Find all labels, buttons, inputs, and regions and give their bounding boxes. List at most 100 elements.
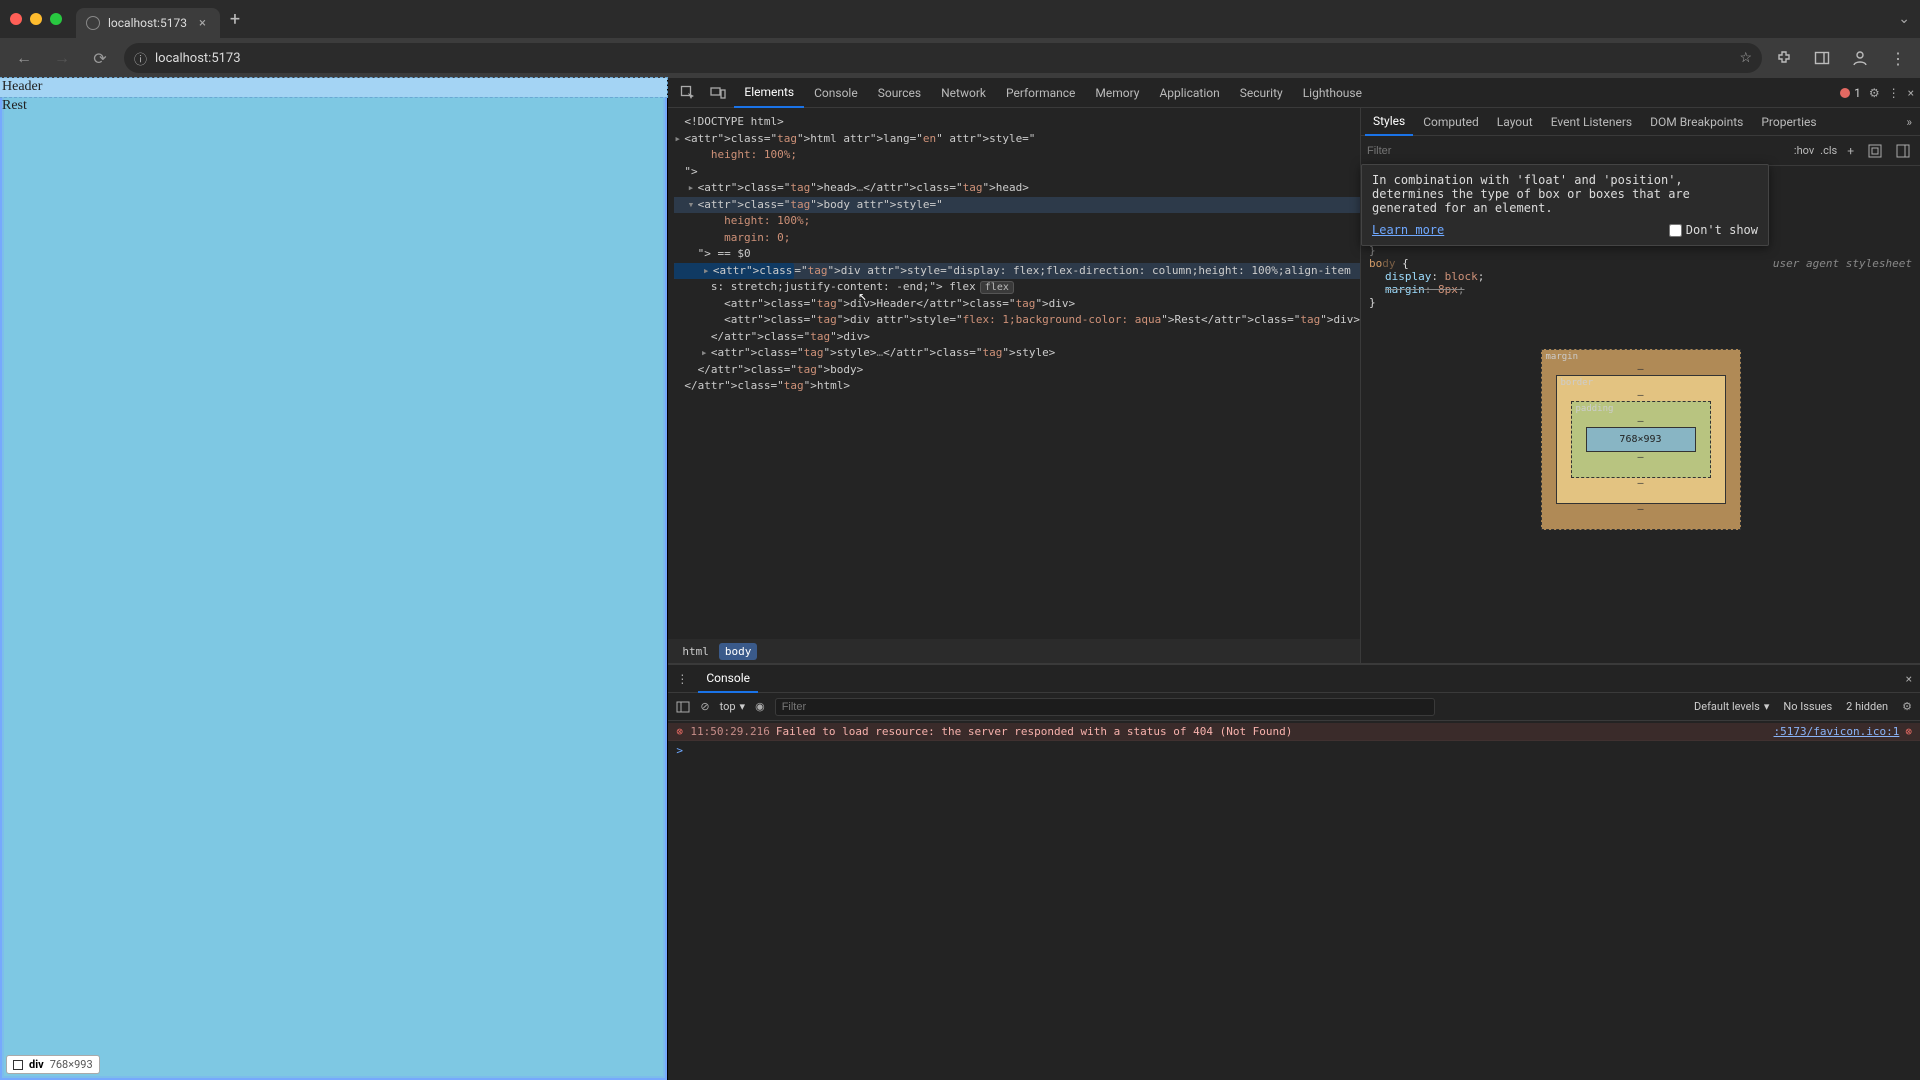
- stylesheet-origin: user agent stylesheet: [1773, 257, 1912, 270]
- dom-line[interactable]: </attr">class="tag">body>: [674, 362, 1360, 379]
- devtools-tab-security[interactable]: Security: [1230, 78, 1293, 108]
- devtools-tab-performance[interactable]: Performance: [996, 78, 1085, 108]
- device-toolbar-icon[interactable]: [704, 82, 732, 104]
- dom-line[interactable]: ▸ <attr">class="tag">div attr">style="di…: [674, 263, 1360, 280]
- console-sidebar-icon[interactable]: [676, 700, 690, 714]
- devtools: ElementsConsoleSourcesNetworkPerformance…: [668, 78, 1920, 1080]
- console-filter-input[interactable]: [775, 698, 1435, 716]
- cls-toggle[interactable]: .cls: [1820, 144, 1837, 157]
- dom-line[interactable]: ">: [674, 164, 1360, 181]
- styles-tab-dom-breakpoints[interactable]: DOM Breakpoints: [1642, 108, 1751, 136]
- window-controls: [10, 13, 62, 25]
- styles-tab-computed[interactable]: Computed: [1415, 108, 1487, 136]
- live-expression-icon[interactable]: ◉: [755, 700, 765, 713]
- extensions-icon[interactable]: [1772, 46, 1796, 70]
- box-model[interactable]: margin – border – padding – 768×993 – –: [1541, 349, 1741, 530]
- breadcrumb-html[interactable]: html: [676, 643, 715, 660]
- devtools-tab-elements[interactable]: Elements: [734, 78, 804, 108]
- dom-line[interactable]: ▾ <attr">class="tag">body attr">style=": [674, 197, 1360, 214]
- inspect-element-icon[interactable]: [674, 82, 702, 104]
- new-tab-button[interactable]: +: [220, 9, 250, 30]
- badge-dims: 768×993: [50, 1058, 93, 1071]
- dom-line[interactable]: ▸ <attr">class="tag">head>…</attr">class…: [674, 180, 1360, 197]
- dom-line[interactable]: ▸ <attr">class="tag">html attr">lang="en…: [674, 131, 1360, 148]
- css-declaration[interactable]: margin: 8px;: [1385, 283, 1912, 296]
- drawer-close-icon[interactable]: ×: [1906, 672, 1912, 686]
- devtools-close-icon[interactable]: ×: [1908, 86, 1914, 100]
- badge-icon: [13, 1060, 23, 1070]
- devtools-tab-sources[interactable]: Sources: [868, 78, 931, 108]
- forward-button[interactable]: →: [48, 48, 76, 68]
- dom-line[interactable]: </attr">class="tag">div>: [674, 329, 1360, 346]
- drawer-menu-icon[interactable]: ⋮: [676, 672, 688, 686]
- dom-breadcrumb: htmlbody: [668, 639, 1360, 663]
- styles-filter-input[interactable]: [1367, 145, 1788, 157]
- css-declaration[interactable]: display: block;: [1385, 270, 1912, 283]
- new-style-rule-icon[interactable]: +: [1843, 144, 1858, 158]
- profile-icon[interactable]: [1848, 46, 1872, 70]
- dom-line[interactable]: <attr">class="tag">div attr">style="flex…: [674, 312, 1360, 329]
- tabs-dropdown-icon[interactable]: ⌄: [1898, 11, 1910, 27]
- back-button[interactable]: ←: [10, 48, 38, 68]
- log-levels-selector[interactable]: Default levels ▾: [1694, 700, 1769, 713]
- drawer-tab-console[interactable]: Console: [698, 665, 758, 693]
- dont-show-checkbox[interactable]: [1669, 224, 1682, 237]
- mouse-cursor-icon: ↖: [858, 286, 866, 307]
- minimize-window-icon[interactable]: [30, 13, 42, 25]
- log-source-link[interactable]: :5173/favicon.ico:1: [1774, 725, 1900, 738]
- maximize-window-icon[interactable]: [50, 13, 62, 25]
- browser-tab[interactable]: localhost:5173 ×: [76, 8, 220, 38]
- dom-tree[interactable]: ↖ <!DOCTYPE html>▸ <attr">class="tag">ht…: [668, 108, 1360, 639]
- console-settings-icon[interactable]: ⚙: [1902, 700, 1912, 713]
- browser-toolbar: ← → ⟳ ⓘ localhost:5173 ☆ ⋮: [0, 38, 1920, 78]
- tab-close-icon[interactable]: ×: [195, 16, 210, 31]
- devtools-menu-icon[interactable]: ⋮: [1888, 86, 1900, 100]
- clear-console-icon[interactable]: ⊘: [700, 700, 709, 713]
- devtools-tab-memory[interactable]: Memory: [1085, 78, 1149, 108]
- styles-tab-event-listeners[interactable]: Event Listeners: [1543, 108, 1640, 136]
- dom-line[interactable]: margin: 0;: [674, 230, 1360, 247]
- box-model-dimensions: 768×993: [1586, 427, 1696, 452]
- devtools-tab-network[interactable]: Network: [931, 78, 996, 108]
- learn-more-link[interactable]: Learn more: [1372, 223, 1444, 237]
- address-bar[interactable]: ⓘ localhost:5173 ☆: [124, 43, 1762, 73]
- dont-show-label: Don't show: [1686, 223, 1758, 237]
- styles-tab-properties[interactable]: Properties: [1753, 108, 1824, 136]
- tooltip-text: In combination with 'float' and 'positio…: [1372, 173, 1758, 215]
- dom-line[interactable]: s: stretch;justify-content: -end;"> flex…: [674, 279, 1360, 296]
- close-window-icon[interactable]: [10, 13, 22, 25]
- site-info-icon[interactable]: ⓘ: [134, 49, 147, 68]
- devtools-settings-icon[interactable]: ⚙: [1869, 86, 1880, 100]
- breadcrumb-body[interactable]: body: [719, 643, 758, 660]
- console-error-row[interactable]: ⊗ 11:50:29.216 Failed to load resource: …: [668, 723, 1920, 741]
- dom-line[interactable]: height: 100%;: [674, 213, 1360, 230]
- console-prompt[interactable]: >: [668, 741, 1920, 760]
- bookmark-icon[interactable]: ☆: [1739, 50, 1752, 66]
- error-icon: ⊗: [676, 725, 690, 738]
- rendered-page[interactable]: Header Rest div 768×993: [0, 78, 668, 1080]
- rule-selector[interactable]: body: [1369, 257, 1396, 270]
- context-selector[interactable]: top▾: [720, 700, 745, 713]
- computed-styles-icon[interactable]: [1864, 144, 1886, 158]
- dom-line[interactable]: <!DOCTYPE html>: [674, 114, 1360, 131]
- dom-line[interactable]: <attr">class="tag">div>Header</attr">cla…: [674, 296, 1360, 313]
- hov-toggle[interactable]: :hov: [1794, 144, 1814, 157]
- error-indicator[interactable]: 1: [1840, 86, 1861, 100]
- dom-line[interactable]: ▸ <attr">class="tag">style>…</attr">clas…: [674, 345, 1360, 362]
- sidepanel-icon[interactable]: [1810, 46, 1834, 70]
- devtools-tab-application[interactable]: Application: [1149, 78, 1229, 108]
- toggle-sidebar-icon[interactable]: [1892, 144, 1914, 158]
- devtools-tab-lighthouse[interactable]: Lighthouse: [1293, 78, 1372, 108]
- error-dot-icon: [1840, 88, 1850, 98]
- dom-line[interactable]: height: 100%;: [674, 147, 1360, 164]
- styles-tab-layout[interactable]: Layout: [1489, 108, 1541, 136]
- menu-icon[interactable]: ⋮: [1886, 46, 1910, 70]
- dom-line[interactable]: "> == $0: [674, 246, 1360, 263]
- no-issues-label[interactable]: No Issues: [1783, 700, 1832, 713]
- styles-more-tabs-icon[interactable]: »: [1902, 115, 1916, 129]
- dom-line[interactable]: </attr">class="tag">html>: [674, 378, 1360, 395]
- styles-tab-styles[interactable]: Styles: [1365, 108, 1413, 136]
- reload-button[interactable]: ⟳: [86, 49, 114, 68]
- hidden-count[interactable]: 2 hidden: [1846, 700, 1888, 713]
- devtools-tab-console[interactable]: Console: [804, 78, 868, 108]
